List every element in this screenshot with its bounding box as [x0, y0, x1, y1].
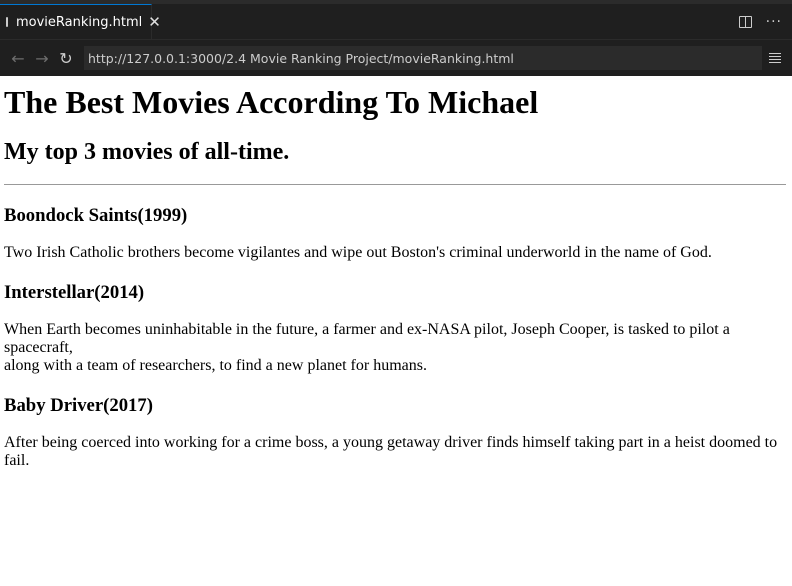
movie-title: Baby Driver(2017)	[4, 395, 153, 416]
more-actions-icon[interactable]: ···	[766, 15, 782, 29]
movie-description: Two Irish Catholic brothers become vigil…	[4, 244, 786, 262]
menu-icon[interactable]	[762, 53, 788, 63]
tab-movie-ranking[interactable]: movieRanking.html ✕	[0, 4, 161, 39]
description-line: Two Irish Catholic brothers become vigil…	[4, 244, 712, 261]
page-subtitle: My top 3 movies of all-time.	[4, 139, 290, 165]
description-line: After being coerced into working for a c…	[4, 434, 778, 469]
preview-icon	[6, 17, 8, 27]
page-content: The Best Movies According To Michael My …	[0, 84, 792, 470]
reload-icon[interactable]: ↻	[54, 49, 78, 68]
url-input[interactable]	[84, 46, 762, 70]
browser-navbar: ← → ↻	[0, 40, 792, 76]
tab-bar: movieRanking.html ✕ ···	[0, 4, 792, 40]
close-icon[interactable]: ✕	[148, 13, 161, 31]
page-title: The Best Movies According To Michael	[4, 84, 539, 120]
split-editor-icon[interactable]	[738, 15, 752, 28]
movie-description: After being coerced into working for a c…	[4, 434, 786, 470]
tab-actions: ···	[738, 4, 792, 39]
tab-label: movieRanking.html	[16, 14, 143, 30]
movie-description: When Earth becomes uninhabitable in the …	[4, 321, 786, 375]
movie-title: Interstellar(2014)	[4, 282, 145, 303]
description-line: When Earth becomes uninhabitable in the …	[4, 321, 730, 356]
movie-title: Boondock Saints(1999)	[4, 205, 188, 226]
forward-icon[interactable]: →	[30, 49, 54, 68]
back-icon[interactable]: ←	[6, 49, 30, 68]
description-line: along with a team of researchers, to fin…	[4, 357, 427, 374]
divider	[4, 184, 786, 185]
